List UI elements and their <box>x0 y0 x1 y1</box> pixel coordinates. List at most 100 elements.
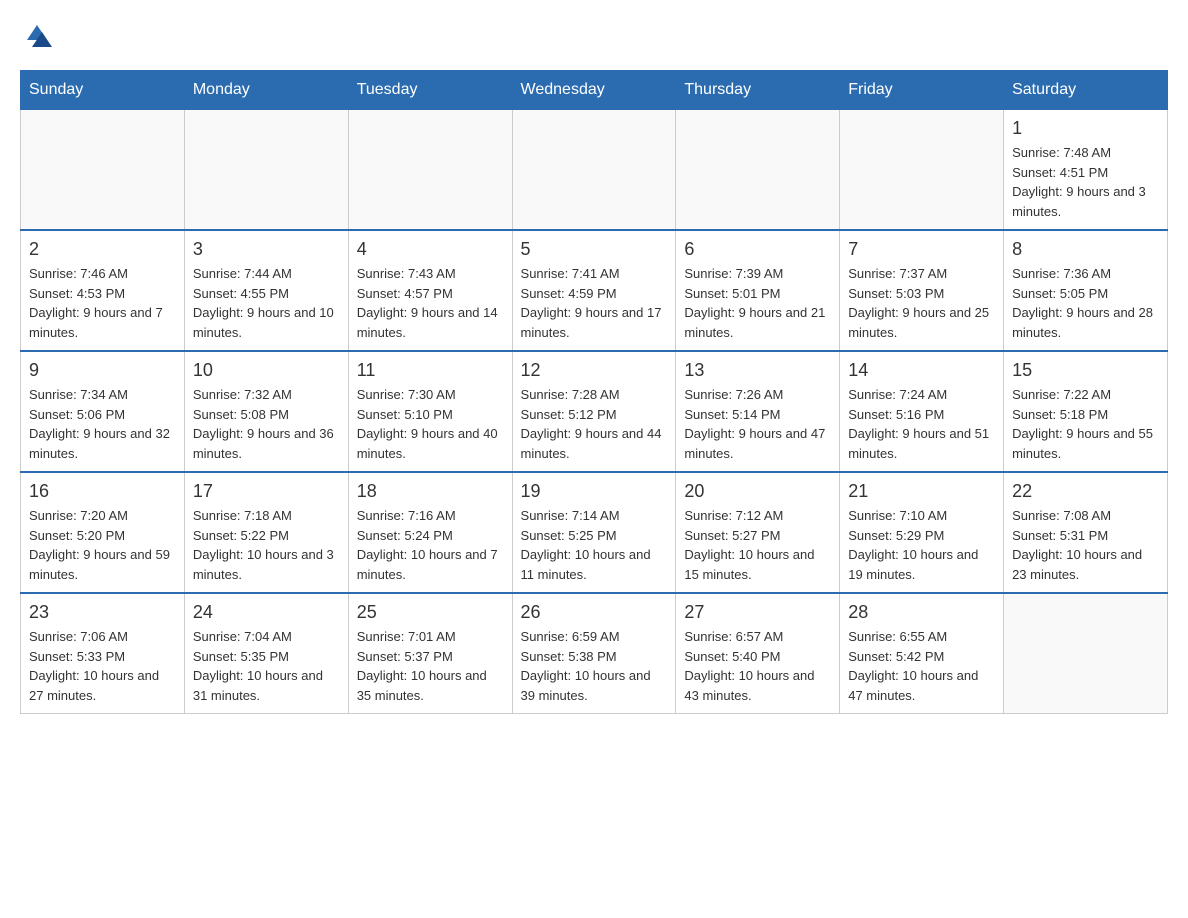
day-number: 8 <box>1012 239 1159 260</box>
day-number: 18 <box>357 481 504 502</box>
calendar-cell: 5 Sunrise: 7:41 AMSunset: 4:59 PMDaylight… <box>512 230 676 351</box>
calendar-cell: 8 Sunrise: 7:36 AMSunset: 5:05 PMDaylight… <box>1004 230 1168 351</box>
day-number: 19 <box>521 481 668 502</box>
day-info: Sunrise: 7:30 AMSunset: 5:10 PMDaylight:… <box>357 385 504 463</box>
calendar-cell: 28 Sunrise: 6:55 AMSunset: 5:42 PMDayligh… <box>840 593 1004 714</box>
day-of-week-header: Friday <box>840 71 1004 110</box>
calendar-table: SundayMondayTuesdayWednesdayThursdayFrid… <box>20 70 1168 714</box>
day-info: Sunrise: 7:37 AMSunset: 5:03 PMDaylight:… <box>848 264 995 342</box>
calendar-cell: 9Sunrise: 7:34 AMSunset: 5:06 PMDaylight… <box>21 351 185 472</box>
calendar-cell <box>21 110 185 231</box>
page-header <box>20 20 1168 50</box>
calendar-cell: 11 Sunrise: 7:30 AMSunset: 5:10 PMDayligh… <box>348 351 512 472</box>
day-info: Sunrise: 7:32 AMSunset: 5:08 PMDaylight:… <box>193 385 340 463</box>
day-number: 11 <box>357 360 504 381</box>
day-info: Sunrise: 7:48 AMSunset: 4:51 PMDaylight:… <box>1012 143 1159 221</box>
day-number: 20 <box>684 481 831 502</box>
day-info: Sunrise: 7:18 AMSunset: 5:22 PMDaylight:… <box>193 506 340 584</box>
calendar-cell: 18 Sunrise: 7:16 AMSunset: 5:24 PMDayligh… <box>348 472 512 593</box>
day-info: Sunrise: 7:20 AMSunset: 5:20 PMDaylight:… <box>29 506 176 584</box>
day-number: 28 <box>848 602 995 623</box>
day-number: 10 <box>193 360 340 381</box>
day-number: 24 <box>193 602 340 623</box>
calendar-cell: 13 Sunrise: 7:26 AMSunset: 5:14 PMDayligh… <box>676 351 840 472</box>
calendar-cell: 3Sunrise: 7:44 AMSunset: 4:55 PMDaylight… <box>184 230 348 351</box>
day-of-week-header: Monday <box>184 71 348 110</box>
day-number: 4 <box>357 239 504 260</box>
calendar-week-row: 9Sunrise: 7:34 AMSunset: 5:06 PMDaylight… <box>21 351 1168 472</box>
day-number: 5 <box>521 239 668 260</box>
day-info: Sunrise: 6:59 AMSunset: 5:38 PMDaylight:… <box>521 627 668 705</box>
day-number: 21 <box>848 481 995 502</box>
day-info: Sunrise: 7:26 AMSunset: 5:14 PMDaylight:… <box>684 385 831 463</box>
day-number: 12 <box>521 360 668 381</box>
day-info: Sunrise: 7:16 AMSunset: 5:24 PMDaylight:… <box>357 506 504 584</box>
calendar-cell: 12 Sunrise: 7:28 AMSunset: 5:12 PMDayligh… <box>512 351 676 472</box>
day-number: 1 <box>1012 118 1159 139</box>
day-info: Sunrise: 7:10 AMSunset: 5:29 PMDaylight:… <box>848 506 995 584</box>
calendar-cell: 7 Sunrise: 7:37 AMSunset: 5:03 PMDaylight… <box>840 230 1004 351</box>
day-info: Sunrise: 7:22 AMSunset: 5:18 PMDaylight:… <box>1012 385 1159 463</box>
calendar-cell: 10 Sunrise: 7:32 AMSunset: 5:08 PMDayligh… <box>184 351 348 472</box>
day-of-week-header: Sunday <box>21 71 185 110</box>
day-info: Sunrise: 7:36 AMSunset: 5:05 PMDaylight:… <box>1012 264 1159 342</box>
calendar-cell <box>512 110 676 231</box>
calendar-week-row: 1 Sunrise: 7:48 AMSunset: 4:51 PMDaylight… <box>21 110 1168 231</box>
day-info: Sunrise: 7:28 AMSunset: 5:12 PMDaylight:… <box>521 385 668 463</box>
calendar-cell: 25 Sunrise: 7:01 AMSunset: 5:37 PMDayligh… <box>348 593 512 714</box>
day-number: 2 <box>29 239 176 260</box>
day-info: Sunrise: 7:08 AMSunset: 5:31 PMDaylight:… <box>1012 506 1159 584</box>
calendar-cell: 15 Sunrise: 7:22 AMSunset: 5:18 PMDayligh… <box>1004 351 1168 472</box>
day-of-week-header: Thursday <box>676 71 840 110</box>
calendar-cell: 24 Sunrise: 7:04 AMSunset: 5:35 PMDayligh… <box>184 593 348 714</box>
calendar-cell <box>840 110 1004 231</box>
calendar-cell <box>1004 593 1168 714</box>
calendar-cell: 19 Sunrise: 7:14 AMSunset: 5:25 PMDayligh… <box>512 472 676 593</box>
logo <box>20 20 54 50</box>
calendar-week-row: 23 Sunrise: 7:06 AMSunset: 5:33 PMDayligh… <box>21 593 1168 714</box>
calendar-cell: 14Sunrise: 7:24 AMSunset: 5:16 PMDayligh… <box>840 351 1004 472</box>
day-info: Sunrise: 7:46 AMSunset: 4:53 PMDaylight:… <box>29 264 176 342</box>
day-number: 23 <box>29 602 176 623</box>
day-info: Sunrise: 7:04 AMSunset: 5:35 PMDaylight:… <box>193 627 340 705</box>
day-number: 15 <box>1012 360 1159 381</box>
day-info: Sunrise: 7:01 AMSunset: 5:37 PMDaylight:… <box>357 627 504 705</box>
calendar-cell: 4 Sunrise: 7:43 AMSunset: 4:57 PMDaylight… <box>348 230 512 351</box>
calendar-cell: 21 Sunrise: 7:10 AMSunset: 5:29 PMDayligh… <box>840 472 1004 593</box>
calendar-cell: 20Sunrise: 7:12 AMSunset: 5:27 PMDayligh… <box>676 472 840 593</box>
calendar-cell: 27 Sunrise: 6:57 AMSunset: 5:40 PMDayligh… <box>676 593 840 714</box>
calendar-cell: 17 Sunrise: 7:18 AMSunset: 5:22 PMDayligh… <box>184 472 348 593</box>
calendar-cell <box>676 110 840 231</box>
day-info: Sunrise: 7:34 AMSunset: 5:06 PMDaylight:… <box>29 385 176 463</box>
calendar-cell: 1 Sunrise: 7:48 AMSunset: 4:51 PMDaylight… <box>1004 110 1168 231</box>
day-info: Sunrise: 7:06 AMSunset: 5:33 PMDaylight:… <box>29 627 176 705</box>
day-info: Sunrise: 6:57 AMSunset: 5:40 PMDaylight:… <box>684 627 831 705</box>
calendar-week-row: 2 Sunrise: 7:46 AMSunset: 4:53 PMDaylight… <box>21 230 1168 351</box>
day-number: 16 <box>29 481 176 502</box>
day-number: 3 <box>193 239 340 260</box>
calendar-cell: 16 Sunrise: 7:20 AMSunset: 5:20 PMDayligh… <box>21 472 185 593</box>
day-info: Sunrise: 7:24 AMSunset: 5:16 PMDaylight:… <box>848 385 995 463</box>
day-number: 22 <box>1012 481 1159 502</box>
calendar-cell: 26 Sunrise: 6:59 AMSunset: 5:38 PMDayligh… <box>512 593 676 714</box>
day-of-week-header: Tuesday <box>348 71 512 110</box>
day-number: 7 <box>848 239 995 260</box>
day-number: 26 <box>521 602 668 623</box>
day-info: Sunrise: 7:14 AMSunset: 5:25 PMDaylight:… <box>521 506 668 584</box>
day-number: 27 <box>684 602 831 623</box>
day-number: 17 <box>193 481 340 502</box>
day-info: Sunrise: 7:39 AMSunset: 5:01 PMDaylight:… <box>684 264 831 342</box>
day-number: 6 <box>684 239 831 260</box>
calendar-cell: 23 Sunrise: 7:06 AMSunset: 5:33 PMDayligh… <box>21 593 185 714</box>
calendar-cell: 2 Sunrise: 7:46 AMSunset: 4:53 PMDaylight… <box>21 230 185 351</box>
day-of-week-header: Wednesday <box>512 71 676 110</box>
day-of-week-header: Saturday <box>1004 71 1168 110</box>
day-info: Sunrise: 7:41 AMSunset: 4:59 PMDaylight:… <box>521 264 668 342</box>
calendar-header-row: SundayMondayTuesdayWednesdayThursdayFrid… <box>21 71 1168 110</box>
day-info: Sunrise: 7:43 AMSunset: 4:57 PMDaylight:… <box>357 264 504 342</box>
calendar-week-row: 16 Sunrise: 7:20 AMSunset: 5:20 PMDayligh… <box>21 472 1168 593</box>
calendar-cell <box>348 110 512 231</box>
day-number: 13 <box>684 360 831 381</box>
day-info: Sunrise: 6:55 AMSunset: 5:42 PMDaylight:… <box>848 627 995 705</box>
day-number: 25 <box>357 602 504 623</box>
